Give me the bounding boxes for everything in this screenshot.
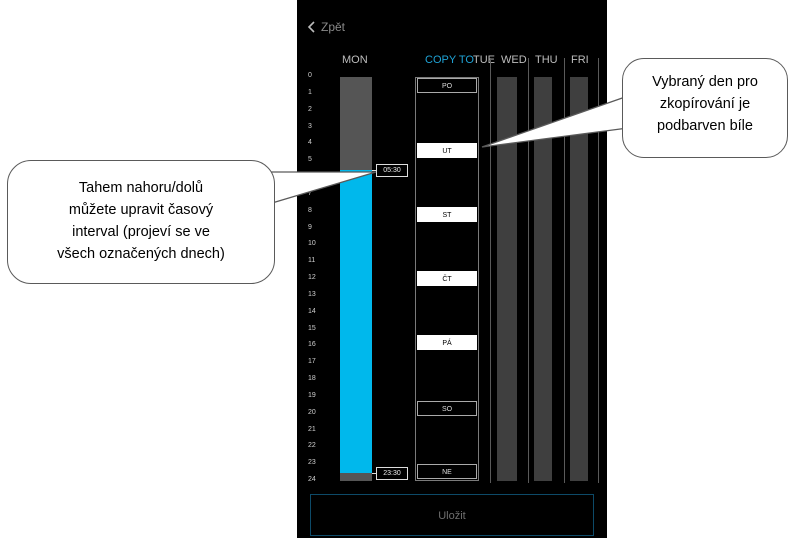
hour-label: 15	[308, 324, 316, 332]
hour-label: 19	[308, 391, 316, 399]
annotation-line: všech označených dnech)	[57, 246, 225, 262]
back-button[interactable]: Zpět	[307, 20, 345, 34]
annotation-line: interval (projeví se ve	[72, 224, 210, 240]
hour-label: 18	[308, 375, 316, 382]
hour-label: 0	[308, 72, 312, 79]
column-header-thu: THU	[535, 54, 558, 66]
column-header-mon: MON	[342, 54, 368, 66]
column-separator	[490, 58, 491, 483]
hour-label: 20	[308, 408, 316, 416]
column-header-tue: TUE	[473, 54, 495, 66]
column-separator	[564, 58, 565, 483]
column-separator	[598, 58, 599, 483]
chevron-left-icon	[307, 21, 315, 33]
hour-label: 2	[308, 105, 312, 113]
annotation-line: můžete upravit časový	[68, 202, 214, 218]
annotation-drag-interval: Tahem nahoru/dolů můžete upravit časový …	[7, 160, 275, 284]
back-label: Zpět	[321, 20, 346, 34]
hour-label: 1	[308, 88, 312, 96]
copy-day-button-4[interactable]: ČT	[417, 271, 477, 286]
annotation-line: Vybraný den pro	[652, 74, 758, 90]
annotation-line: podbarven bíle	[657, 118, 753, 134]
copy-day-button-3[interactable]: ST	[417, 207, 477, 222]
hour-label: 8	[308, 206, 312, 214]
copy-day-button-5[interactable]: PÁ	[417, 335, 477, 350]
hour-label: 13	[308, 290, 316, 298]
phone-screen: Zpět MON COPY TO TUE WED THU FRI 0123456…	[297, 0, 607, 538]
hour-label: 10	[308, 240, 316, 248]
copy-day-button-6[interactable]: SO	[417, 401, 477, 416]
time-interval-bar[interactable]	[340, 169, 372, 473]
annotation-line: Tahem nahoru/dolů	[78, 180, 204, 196]
column-header-fri: FRI	[571, 54, 589, 66]
hour-label: 12	[308, 274, 316, 281]
save-button[interactable]: Uložit	[310, 494, 594, 536]
hour-label: 4	[308, 139, 312, 147]
hour-label: 16	[308, 341, 316, 349]
hour-label: 11	[308, 257, 316, 265]
hour-label: 5	[308, 156, 312, 164]
start-time-handle[interactable]: 05:30	[376, 163, 408, 177]
hour-label: 22	[308, 442, 316, 450]
hour-label: 23	[308, 459, 316, 467]
tue-day-track[interactable]	[497, 77, 517, 481]
hour-label: 24	[308, 476, 316, 483]
hour-label: 6	[308, 173, 312, 180]
wed-day-track[interactable]	[534, 77, 552, 481]
copy-day-button-7[interactable]: NE	[417, 464, 477, 479]
hour-label: 21	[308, 425, 316, 433]
column-separator	[528, 58, 529, 483]
hour-label: 7	[308, 189, 312, 197]
hour-label: 14	[308, 307, 316, 315]
hour-label: 3	[308, 122, 312, 130]
annotation-selected-day: Vybraný den pro zkopírování je podbarven…	[622, 58, 788, 158]
annotation-line: zkopírování je	[659, 96, 751, 112]
column-header-wed: WED	[501, 54, 527, 66]
column-header-copy-to: COPY TO	[425, 54, 474, 66]
hour-label: 9	[308, 223, 312, 231]
thu-day-track[interactable]	[570, 77, 588, 481]
copy-day-button-2[interactable]: UT	[417, 143, 477, 158]
hour-label: 17	[308, 358, 316, 366]
copy-day-button-1[interactable]: PO	[417, 78, 477, 93]
end-time-handle[interactable]: 23:30	[376, 466, 408, 480]
